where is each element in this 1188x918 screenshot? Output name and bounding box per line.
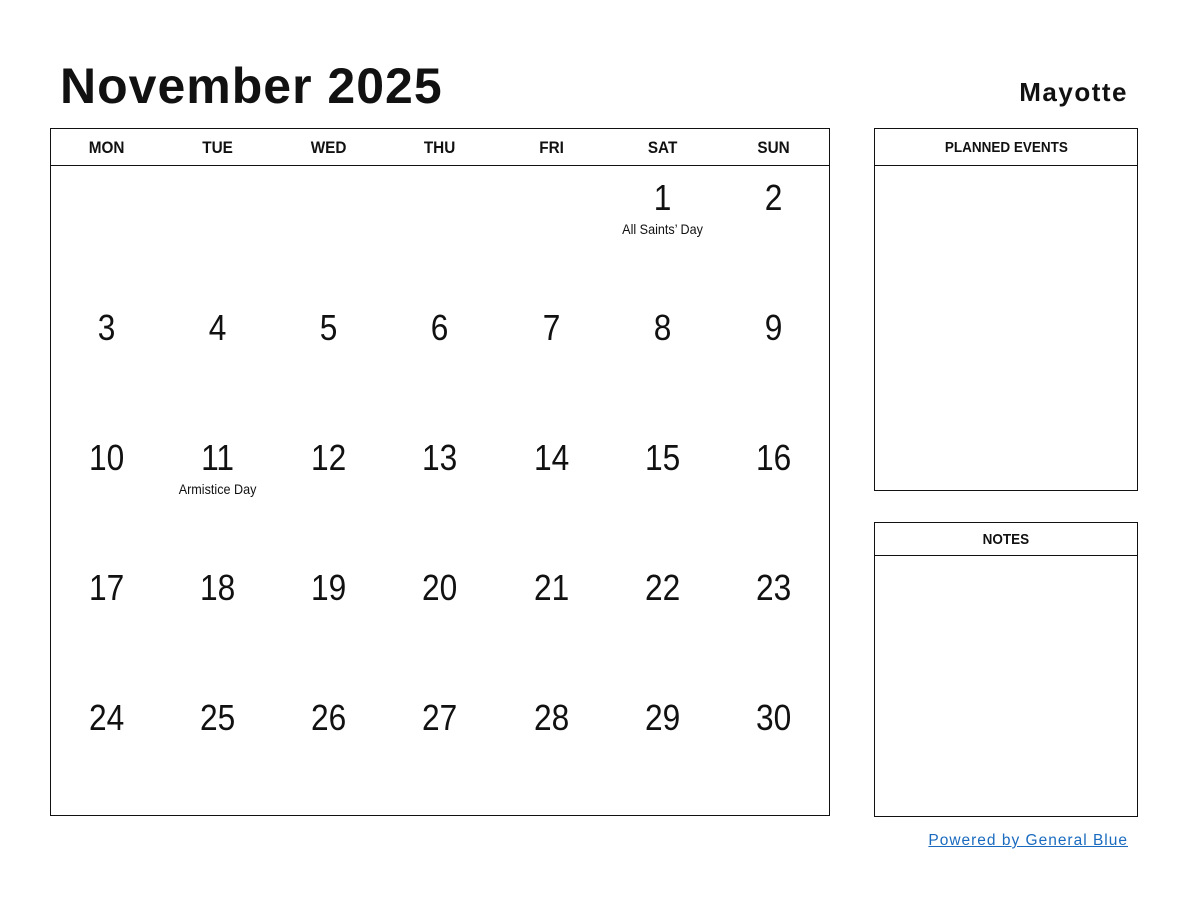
day-number: 10 [88,437,125,478]
day-cell: 6 [384,308,495,438]
day-number: 22 [644,567,680,608]
day-cell: 2 [718,178,829,308]
day-cell: 17 [51,568,162,698]
day-number: 7 [542,307,560,348]
day-cell: 28 [496,698,607,828]
day-number: 8 [653,307,672,348]
day-cell: 15 [607,438,718,568]
day-cell: 7 [496,308,607,438]
day-cell: 20 [384,568,495,698]
day-number: 21 [533,567,569,608]
empty-day-cell [273,178,384,308]
day-cell: 11 Armistice Day [162,438,273,568]
weekday-mon: MON [88,138,125,157]
day-cell: 9 [718,308,829,438]
day-number: 2 [764,177,783,218]
day-cell: 3 [51,308,162,438]
day-cell: 1 All Saints’ Day [607,178,718,308]
day-cell: 19 [273,568,384,698]
notes-title: NOTES [982,531,1030,548]
notes-header: NOTES [875,523,1137,556]
weekday-tue: TUE [202,138,234,157]
day-number: 3 [97,307,116,348]
day-number: 24 [88,697,125,738]
day-number: 29 [644,697,680,738]
day-cell: 10 [51,438,162,568]
planned-events-header: PLANNED EVENTS [875,129,1137,166]
day-cell: 22 [607,568,718,698]
day-cell: 30 [718,698,829,828]
day-cell: 24 [51,698,162,828]
day-cell: 4 [162,308,273,438]
holiday-label: Armistice Day [178,481,257,497]
weekday-header: MON TUE WED THU FRI SAT SUN [51,129,829,166]
day-number: 25 [200,697,236,738]
day-cell: 25 [162,698,273,828]
day-number: 12 [311,437,347,478]
day-number: 20 [422,567,458,608]
day-number: 4 [208,307,227,348]
weekday-thu: THU [424,138,456,157]
day-cell: 29 [607,698,718,828]
page-title: November 2025 [60,58,443,114]
day-number: 27 [422,697,458,738]
powered-by-link[interactable]: Powered by General Blue [928,832,1128,850]
day-number: 13 [422,437,458,478]
planned-events-title: PLANNED EVENTS [944,139,1068,156]
day-cell: 5 [273,308,384,438]
day-cell: 21 [496,568,607,698]
country-label: Mayotte [1019,77,1128,107]
day-cell: 18 [162,568,273,698]
day-number: 11 [201,437,235,478]
day-number: 5 [320,307,338,348]
weekday-fri: FRI [538,138,564,157]
day-number: 26 [311,697,347,738]
empty-day-cell [384,178,495,308]
day-number: 19 [311,567,347,608]
day-cell: 8 [607,308,718,438]
day-number: 15 [644,437,680,478]
day-number: 14 [533,437,569,478]
planned-events-area[interactable] [875,166,1137,490]
empty-day-cell [51,178,162,308]
empty-day-cell [496,178,607,308]
planned-events-panel: PLANNED EVENTS [874,128,1138,491]
day-cell: 23 [718,568,829,698]
day-cell: 16 [718,438,829,568]
holiday-label: All Saints’ Day [621,221,703,237]
day-cell: 27 [384,698,495,828]
notes-panel: NOTES [874,522,1138,817]
day-number: 23 [755,567,792,608]
day-number: 16 [755,437,792,478]
day-cell: 14 [496,438,607,568]
day-cell: 13 [384,438,495,568]
day-number: 9 [764,307,783,348]
notes-area[interactable] [875,556,1137,814]
day-number: 18 [200,567,236,608]
calendar-grid: MON TUE WED THU FRI SAT SUN 1 All Saints’… [50,128,830,816]
weekday-wed: WED [310,138,347,157]
day-number: 30 [755,697,792,738]
day-number: 1 [653,177,672,218]
day-cell: 26 [273,698,384,828]
empty-day-cell [162,178,273,308]
day-number: 28 [533,697,569,738]
day-number: 17 [88,567,125,608]
calendar-days: 1 All Saints’ Day 2 3 4 5 6 7 8 9 10 11 Armistice Da… [51,166,829,828]
weekday-sat: SAT [647,138,678,157]
day-cell: 12 [273,438,384,568]
day-number: 6 [431,307,449,348]
weekday-sun: SUN [757,138,790,157]
